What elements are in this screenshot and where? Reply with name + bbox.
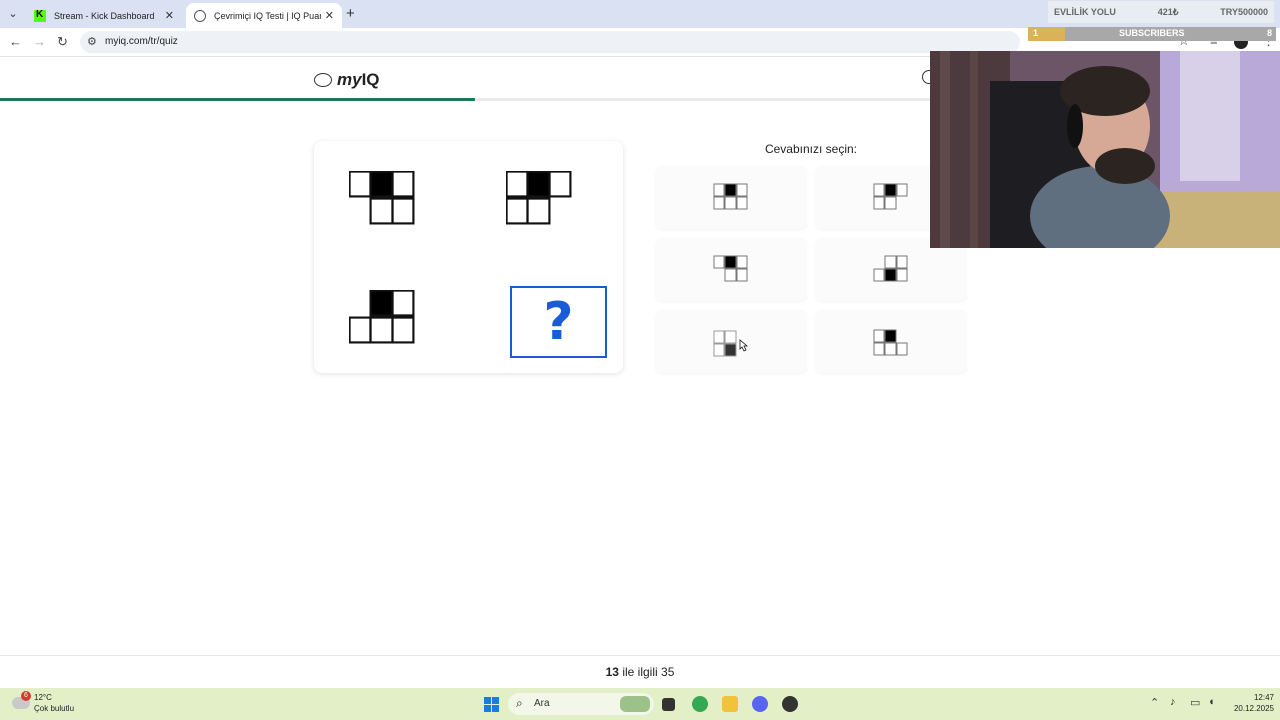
- myiq-logo[interactable]: myIQ: [314, 70, 380, 90]
- answer-figure-5: [713, 330, 749, 357]
- brain-icon: [194, 9, 206, 22]
- windows-icon[interactable]: [484, 697, 499, 712]
- brain-icon: [314, 73, 332, 87]
- close-icon[interactable]: ✕: [325, 9, 334, 22]
- counter-middle: ile ilgili: [622, 665, 658, 679]
- weather-temp[interactable]: 12°C: [34, 693, 52, 702]
- tab-title: Çevrimiçi IQ Testi | IQ Puanınızı: [214, 10, 321, 21]
- answer-figure-6: [873, 329, 908, 356]
- answer-figure-1: [713, 183, 748, 210]
- clock-time[interactable]: 12:47: [1240, 693, 1274, 702]
- tab-kick-dashboard[interactable]: Stream - Kick Dashboard ✕: [26, 3, 182, 28]
- answer-figure-3: [713, 255, 748, 282]
- sub-label: SUBSCRIBERS: [1119, 28, 1185, 38]
- puzzle-figure-1: [349, 171, 415, 225]
- total-questions: 35: [661, 665, 675, 679]
- search-icon: ⌕: [516, 696, 523, 710]
- forward-icon[interactable]: →: [33, 34, 46, 49]
- chrome-icon[interactable]: [692, 696, 708, 712]
- answer-option-6[interactable]: [816, 310, 966, 373]
- cursor-icon: [739, 339, 749, 352]
- windows-taskbar: 6 12°C Çok bulutlu ⌕ Ara ⌃ ♪ ▭ ◖ 12:47 2…: [0, 688, 1280, 720]
- tab-iq-test[interactable]: Çevrimiçi IQ Testi | IQ Puanınızı ✕: [186, 3, 342, 28]
- goal-amount: 421₺: [1157, 6, 1179, 17]
- quiz-progress-fill: [0, 98, 475, 101]
- question-counter: 13 ile ilgili 35: [560, 665, 720, 679]
- tab-title: Stream - Kick Dashboard: [54, 10, 155, 21]
- answer-figure-4: [873, 255, 908, 282]
- url-text[interactable]: myiq.com/tr/quiz: [105, 36, 178, 47]
- webcam-video: [930, 51, 1280, 248]
- puzzle-figure-3: [349, 290, 415, 344]
- goal-target: TRY500000: [1220, 7, 1268, 17]
- answer-option-3[interactable]: [656, 238, 806, 301]
- back-icon[interactable]: ←: [9, 34, 22, 49]
- answer-figure-2: [873, 183, 908, 210]
- file-explorer-icon[interactable]: [722, 696, 738, 712]
- obs-icon[interactable]: [782, 696, 798, 712]
- question-card: ?: [314, 141, 623, 373]
- sub-count-right: 8: [1266, 28, 1272, 38]
- task-view-icon[interactable]: [662, 698, 675, 711]
- question-mark: ?: [543, 292, 574, 352]
- close-icon[interactable]: ✕: [165, 9, 174, 22]
- subscriber-goal-bar: 1 SUBSCRIBERS 8: [1028, 27, 1276, 41]
- microphone-icon[interactable]: ♪: [1170, 696, 1176, 708]
- sub-count-left: 1: [1033, 28, 1039, 38]
- kick-icon: [34, 9, 46, 22]
- weather-badge: 6: [21, 691, 31, 701]
- site-info-icon[interactable]: ⚙: [87, 35, 97, 48]
- answer-option-5[interactable]: [656, 310, 806, 373]
- discord-icon[interactable]: [752, 696, 768, 712]
- goal-name: EVLİLİK YOLU: [1054, 7, 1116, 17]
- tab-menu-icon[interactable]: ⌄: [5, 6, 21, 22]
- address-bar[interactable]: ⚙ myiq.com/tr/quiz: [80, 31, 1020, 53]
- taskbar-search[interactable]: ⌕ Ara: [508, 693, 654, 715]
- clock-date[interactable]: 20.12.2025: [1224, 704, 1274, 713]
- volume-icon[interactable]: ◖: [1208, 696, 1215, 708]
- plus-icon[interactable]: +: [346, 5, 355, 22]
- current-question: 13: [605, 665, 619, 679]
- weather-desc[interactable]: Çok bulutlu: [34, 704, 74, 713]
- chevron-up-icon[interactable]: ⌃: [1150, 696, 1159, 709]
- footer-divider: [0, 655, 1280, 656]
- answer-option-1[interactable]: [656, 166, 806, 229]
- answer-prompt: Cevabınızı seçin:: [764, 142, 858, 156]
- donation-goal-bar: EVLİLİK YOLU 421₺ TRY500000: [1048, 1, 1274, 23]
- reload-icon[interactable]: ↻: [57, 34, 68, 50]
- logo-text: myIQ: [337, 70, 380, 89]
- search-placeholder: Ara: [534, 698, 550, 709]
- search-highlight-icon: [620, 696, 650, 712]
- network-icon[interactable]: ▭: [1190, 696, 1200, 709]
- missing-figure-box: ?: [510, 286, 607, 358]
- puzzle-figure-2: [506, 171, 572, 225]
